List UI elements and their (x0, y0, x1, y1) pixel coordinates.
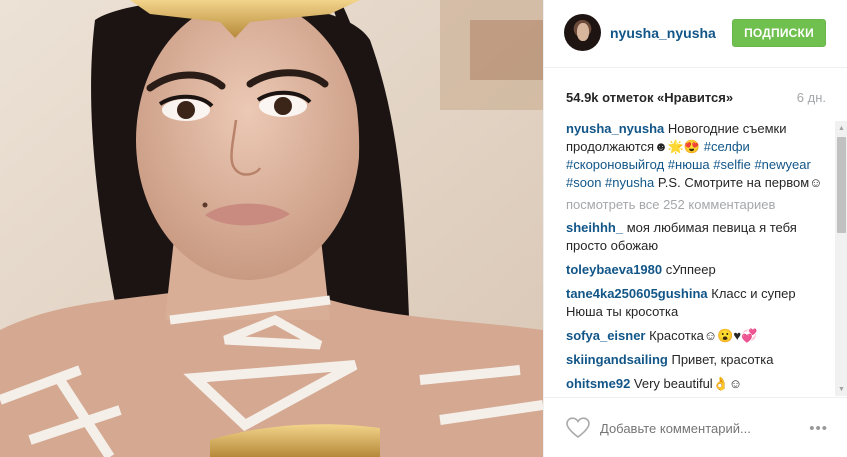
comment-text: Very beautiful👌☺ (630, 376, 743, 391)
comment: skiingandsailing Привет, красотка (566, 351, 828, 369)
comment-text: Красотка☺😮♥💞 (645, 328, 758, 343)
comment: ohitsme92 Very beautiful👌☺ (566, 375, 828, 393)
post-photo[interactable] (0, 0, 543, 457)
comment: toleybaeva1980 сУппеер (566, 261, 828, 279)
hashtag[interactable]: #newyear (754, 157, 810, 172)
hashtag[interactable]: #nyusha (605, 175, 654, 190)
comment-username[interactable]: sofya_eisner (566, 328, 646, 343)
comment-username[interactable]: skiingandsailing (566, 352, 668, 367)
author-username[interactable]: nyusha_nyusha (610, 25, 716, 41)
hashtag[interactable]: #selfie (713, 157, 751, 172)
follow-button[interactable]: ПОДПИСКИ (732, 19, 826, 47)
post-details-panel: nyusha_nyusha ПОДПИСКИ 54.9k отметок «Нр… (543, 0, 847, 457)
comments-list[interactable]: nyusha_nyusha Новогодние съемки продолжа… (544, 120, 838, 396)
scroll-up-arrow-icon[interactable]: ▲ (835, 121, 847, 135)
avatar[interactable] (564, 14, 601, 51)
add-comment-input[interactable] (600, 418, 800, 438)
post-header: nyusha_nyusha ПОДПИСКИ (544, 0, 847, 68)
caption: nyusha_nyusha Новогодние съемки продолжа… (566, 120, 828, 192)
likes-count[interactable]: 54.9k отметок «Нравится» (566, 90, 733, 105)
comment: sheihhh_ моя любимая певица я тебя прост… (566, 219, 828, 255)
comment-username[interactable]: toleybaeva1980 (566, 262, 662, 277)
comment-text: сУппеер (662, 262, 716, 277)
hashtag[interactable]: #селфи (704, 139, 750, 154)
view-all-comments-link[interactable]: посмотреть все 252 комментариев (566, 196, 828, 214)
caption-text-end: P.S. Смотрите на первом☺ (654, 175, 823, 190)
post-stats: 54.9k отметок «Нравится» 6 дн. (544, 68, 847, 121)
hashtag[interactable]: #нюша (668, 157, 710, 172)
post-photo-illustration (0, 0, 543, 457)
comment: tane4ka250605gushina Класс и супер Нюша … (566, 285, 828, 321)
comments-scrollbar[interactable]: ▲ ▼ (835, 121, 847, 396)
comment-username[interactable]: tane4ka250605gushina (566, 286, 708, 301)
comment-username[interactable]: ohitsme92 (566, 376, 630, 391)
more-options-icon[interactable]: ••• (809, 420, 828, 437)
scrollbar-thumb[interactable] (837, 137, 846, 233)
avatar-face (577, 23, 589, 41)
comment: sofya_eisner Красотка☺😮♥💞 (566, 327, 828, 345)
hashtag[interactable]: #soon (566, 175, 601, 190)
post-age[interactable]: 6 дн. (797, 90, 826, 105)
heart-icon[interactable] (566, 417, 590, 439)
comment-text: Привет, красотка (667, 352, 774, 367)
caption-username[interactable]: nyusha_nyusha (566, 121, 664, 136)
post-footer: ••• (544, 397, 847, 457)
hashtag[interactable]: #скороновыйгод (566, 157, 664, 172)
comment-username[interactable]: sheihhh_ (566, 220, 623, 235)
scroll-down-arrow-icon[interactable]: ▼ (835, 382, 847, 396)
